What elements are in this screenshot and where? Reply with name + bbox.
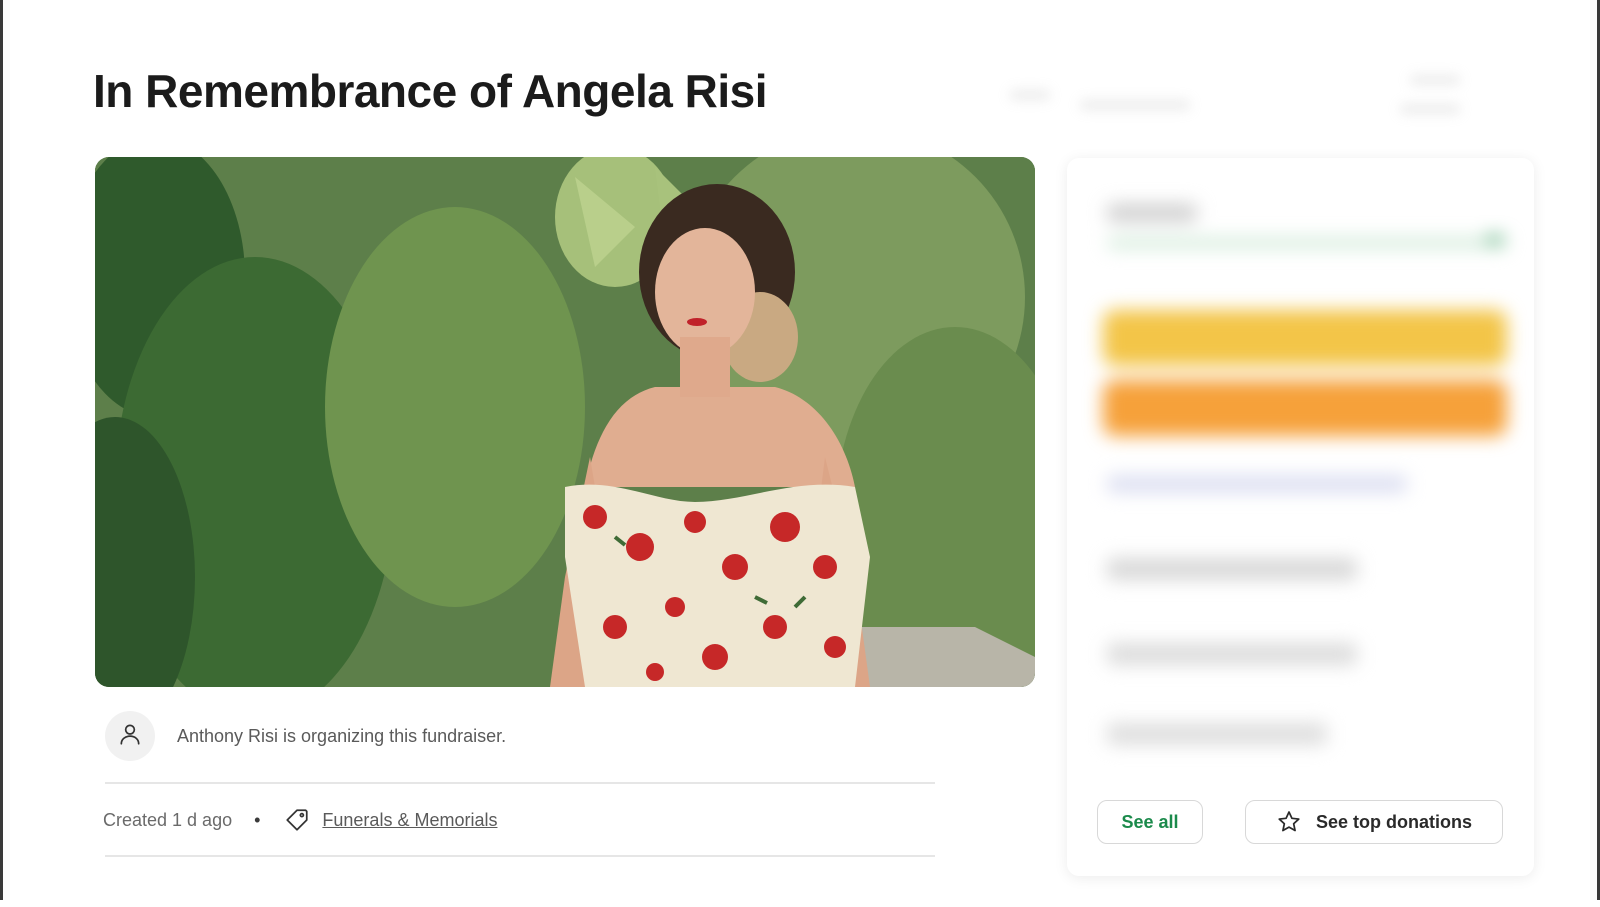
page-title: In Remembrance of Angela Risi [93,65,767,117]
see-all-button[interactable]: See all [1097,800,1203,844]
fundraiser-meta: Created 1 d ago • Funerals & Memorials [103,803,497,837]
divider [105,855,935,857]
tag-icon [282,805,312,835]
donation-card: See all See top donations [1067,158,1534,876]
see-top-donations-label: See top donations [1315,811,1472,832]
created-date: Created 1 d ago [103,809,233,830]
window-frame-left [0,0,3,900]
user-icon [117,721,143,752]
blurred-share-button[interactable] [1103,310,1507,366]
story-text-blurred [103,886,108,907]
meta-separator: • [254,809,261,830]
divider [105,782,935,784]
blurred-donate-button[interactable] [1103,380,1507,436]
category-link[interactable]: Funerals & Memorials [322,810,497,831]
blurred-donation-summary [1067,158,1534,778]
blurred-header-area [1010,70,1470,120]
organizer-text: Anthony Risi is organizing this fundrais… [177,725,507,746]
organizer-avatar[interactable] [105,711,155,761]
see-top-donations-button[interactable]: See top donations [1245,800,1503,844]
organizer-row: Anthony Risi is organizing this fundrais… [105,710,935,762]
fundraiser-hero-image [95,157,1035,687]
star-icon [1276,809,1302,835]
